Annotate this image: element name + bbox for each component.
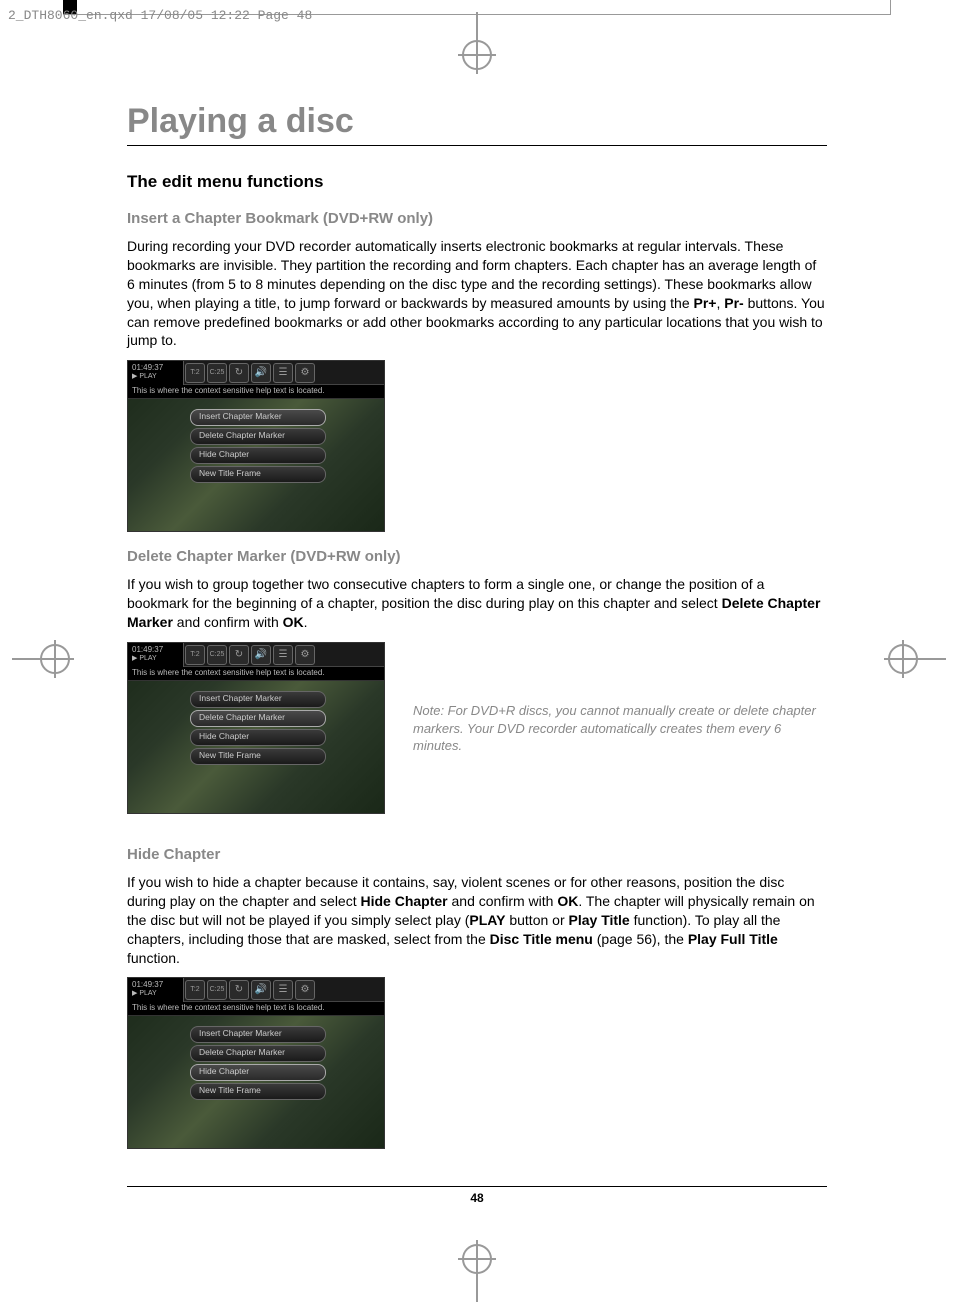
subsection-heading: Delete Chapter Marker (DVD+RW only) bbox=[127, 548, 827, 565]
screenshot-time-box: 01:49:37▶ PLAY bbox=[128, 978, 184, 1002]
screenshot-play-label: ▶ PLAY bbox=[132, 372, 179, 380]
crop-mark-right bbox=[888, 644, 918, 674]
crop-mark-left bbox=[40, 644, 70, 674]
menu-screenshot: 01:49:37▶ PLAYT:2C:25↻🔊☰⚙This is where t… bbox=[127, 642, 385, 814]
crop-mark-top bbox=[462, 40, 492, 70]
screenshot-menu-item: New Title Frame bbox=[190, 1083, 326, 1100]
bold-text: Pr- bbox=[724, 295, 743, 311]
screenshot-menu-item: Hide Chapter bbox=[190, 729, 326, 746]
bold-text: OK bbox=[557, 893, 578, 909]
repeat-icon: ↻ bbox=[229, 645, 249, 665]
chapter-indicator: C:25 bbox=[207, 980, 227, 1000]
settings-icon: ⚙ bbox=[295, 363, 315, 383]
bold-text: Play Title bbox=[569, 912, 630, 928]
bold-text: Delete Chapter Marker bbox=[127, 595, 820, 630]
subsection-heading: Hide Chapter bbox=[127, 846, 827, 863]
screenshot-menu-item: Insert Chapter Marker bbox=[190, 409, 326, 426]
screenshot-menu-item: Delete Chapter Marker bbox=[190, 710, 326, 727]
body-paragraph: If you wish to group together two consec… bbox=[127, 575, 827, 632]
body-paragraph: If you wish to hide a chapter because it… bbox=[127, 873, 827, 967]
screenshot-menu-item: Hide Chapter bbox=[190, 1064, 326, 1081]
chapter-indicator: C:25 bbox=[207, 363, 227, 383]
body-paragraph: During recording your DVD recorder autom… bbox=[127, 237, 827, 350]
subtitle-icon: ☰ bbox=[273, 363, 293, 383]
subsection-heading: Insert a Chapter Bookmark (DVD+RW only) bbox=[127, 210, 827, 227]
title-indicator: T:2 bbox=[185, 645, 205, 665]
screenshot-menu-item: Delete Chapter Marker bbox=[190, 1045, 326, 1062]
screenshot-time: 01:49:37 bbox=[132, 645, 179, 654]
repeat-icon: ↻ bbox=[229, 363, 249, 383]
page-number: 48 bbox=[470, 1191, 483, 1205]
screenshot-menu-item: Hide Chapter bbox=[190, 447, 326, 464]
screenshot-time: 01:49:37 bbox=[132, 980, 179, 989]
subtitle-icon: ☰ bbox=[273, 980, 293, 1000]
page-content: Playing a disc The edit menu functions I… bbox=[127, 102, 827, 1165]
section-heading: The edit menu functions bbox=[127, 172, 827, 192]
screenshot-row: 01:49:37▶ PLAYT:2C:25↻🔊☰⚙This is where t… bbox=[127, 642, 827, 830]
screenshot-help-text: This is where the context sensitive help… bbox=[128, 667, 384, 681]
screenshot-menu: Insert Chapter Marker Delete Chapter Mark… bbox=[190, 691, 326, 767]
screenshot-menu-item: Insert Chapter Marker bbox=[190, 1026, 326, 1043]
menu-screenshot: 01:49:37▶ PLAYT:2C:25↻🔊☰⚙This is where t… bbox=[127, 977, 385, 1149]
title-underline bbox=[127, 145, 827, 146]
screenshot-help-text: This is where the context sensitive help… bbox=[128, 1002, 384, 1016]
settings-icon: ⚙ bbox=[295, 980, 315, 1000]
page-footer: 48 bbox=[127, 1186, 827, 1205]
bold-text: Play Full Title bbox=[688, 931, 778, 947]
bold-text: Pr+ bbox=[694, 295, 717, 311]
screenshot-menu-item: Insert Chapter Marker bbox=[190, 691, 326, 708]
screenshot-menu-item: New Title Frame bbox=[190, 466, 326, 483]
title-indicator: T:2 bbox=[185, 363, 205, 383]
right-tick bbox=[890, 0, 891, 14]
repeat-icon: ↻ bbox=[229, 980, 249, 1000]
screenshot-menu: Insert Chapter Marker Delete Chapter Mark… bbox=[190, 1026, 326, 1102]
menu-screenshot: 01:49:37▶ PLAYT:2C:25↻🔊☰⚙This is where t… bbox=[127, 360, 385, 532]
audio-icon: 🔊 bbox=[251, 363, 271, 383]
settings-icon: ⚙ bbox=[295, 645, 315, 665]
bold-text: PLAY bbox=[469, 912, 505, 928]
page-title: Playing a disc bbox=[127, 102, 827, 141]
note-text: Note: For DVD+R discs, you cannot manual… bbox=[413, 642, 827, 830]
screenshot-help-text: This is where the context sensitive help… bbox=[128, 385, 384, 399]
chapter-indicator: C:25 bbox=[207, 645, 227, 665]
screenshot-time-box: 01:49:37▶ PLAY bbox=[128, 643, 184, 667]
screenshot-menu: Insert Chapter Marker Delete Chapter Mark… bbox=[190, 409, 326, 485]
screenshot-play-label: ▶ PLAY bbox=[132, 654, 179, 662]
crop-mark-bottom bbox=[462, 1244, 492, 1274]
title-indicator: T:2 bbox=[185, 980, 205, 1000]
screenshot-time-box: 01:49:37▶ PLAY bbox=[128, 361, 184, 385]
bold-text: OK bbox=[283, 614, 304, 630]
bold-text: Disc Title menu bbox=[490, 931, 593, 947]
screenshot-play-label: ▶ PLAY bbox=[132, 989, 179, 997]
audio-icon: 🔊 bbox=[251, 980, 271, 1000]
audio-icon: 🔊 bbox=[251, 645, 271, 665]
subtitle-icon: ☰ bbox=[273, 645, 293, 665]
bold-text: Hide Chapter bbox=[361, 893, 448, 909]
screenshot-menu-item: Delete Chapter Marker bbox=[190, 428, 326, 445]
screenshot-menu-item: New Title Frame bbox=[190, 748, 326, 765]
document-header: 2_DTH8060_en.qxd 17/08/05 12:22 Page 48 bbox=[8, 8, 312, 23]
screenshot-time: 01:49:37 bbox=[132, 363, 179, 372]
